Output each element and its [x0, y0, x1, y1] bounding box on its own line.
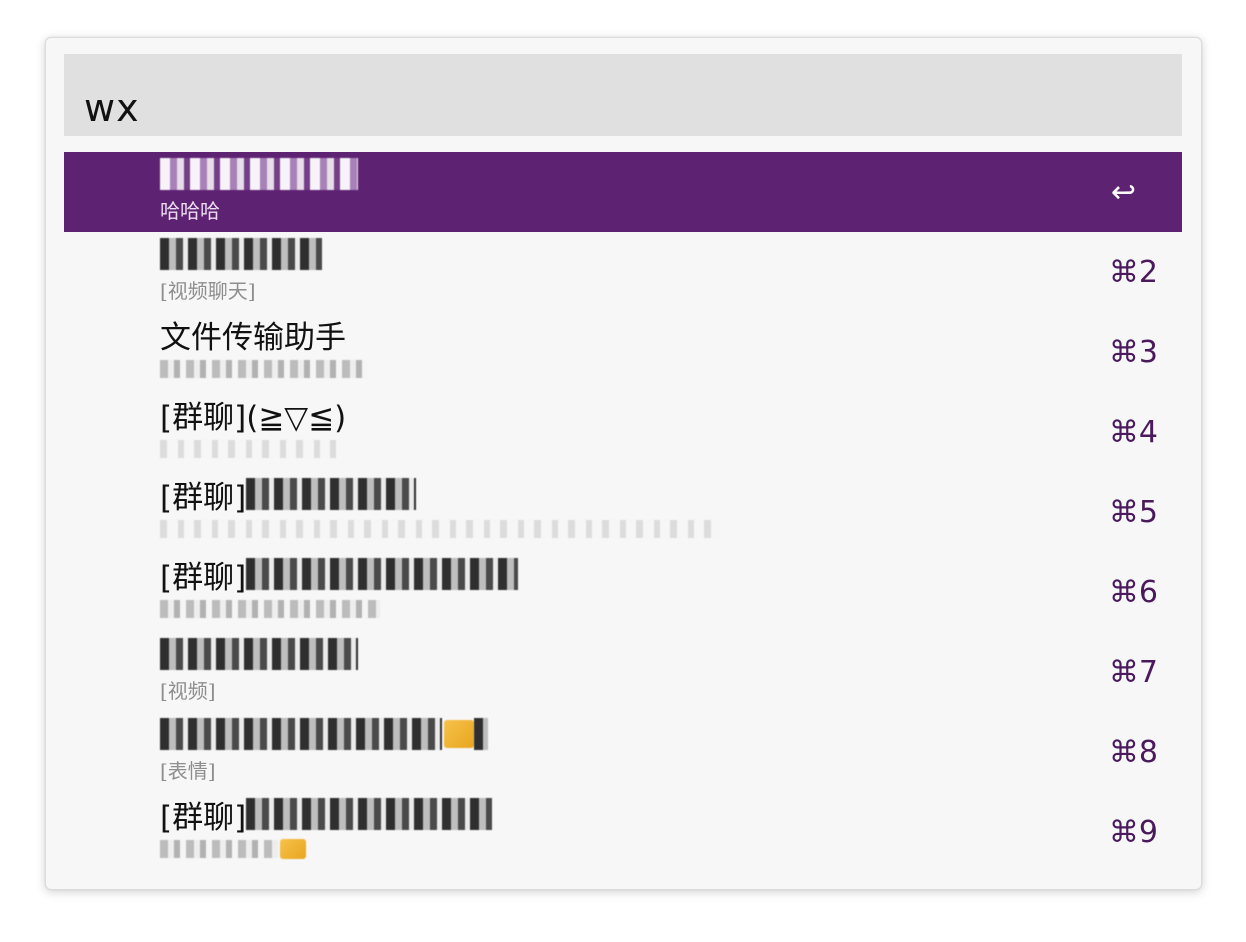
shortcut-label: ⌘9 — [1108, 814, 1158, 850]
result-subtitle — [160, 595, 380, 623]
shortcut-label: ⌘5 — [1108, 494, 1158, 530]
result-subtitle: [视频] — [160, 678, 216, 703]
redacted-message — [160, 520, 720, 538]
return-icon: ↩ — [1110, 174, 1136, 210]
result-row[interactable]: 文件传输助手 ⌘3 — [64, 312, 1182, 392]
redacted-name — [246, 558, 519, 590]
result-row[interactable]: [群聊](≧▽≦) ⌘4 — [64, 392, 1182, 472]
result-title — [160, 152, 358, 196]
result-row[interactable]: [视频] ⌘7 — [64, 632, 1182, 712]
redacted-message — [160, 440, 336, 458]
launcher-window: wx 哈哈哈 ↩ [视频聊天] ⌘2 文件传输助手 ⌘3 [群聊](≧▽≦) ⌘… — [45, 37, 1202, 890]
result-subtitle: [表情] — [160, 758, 216, 783]
result-row-selected[interactable]: 哈哈哈 ↩ — [64, 152, 1182, 232]
shortcut-label: ⌘8 — [1108, 734, 1158, 770]
result-title: [群聊] — [160, 472, 417, 516]
result-title-text: [群聊] — [160, 479, 247, 516]
redacted-name — [160, 718, 442, 750]
redacted-name — [246, 798, 493, 830]
result-title — [160, 632, 358, 676]
redacted-message — [160, 840, 278, 858]
result-subtitle — [160, 435, 336, 463]
result-row[interactable]: [视频聊天] ⌘2 — [64, 232, 1182, 312]
search-query[interactable]: wx — [84, 86, 140, 130]
result-title: [群聊] — [160, 552, 519, 596]
shortcut-label: ⌘6 — [1108, 574, 1158, 610]
search-bar[interactable]: wx — [64, 54, 1182, 136]
result-row[interactable]: [群聊] ⌘6 — [64, 552, 1182, 632]
result-title — [160, 712, 488, 756]
result-title — [160, 232, 322, 276]
result-title-text: [群聊](≧▽≦) — [160, 399, 347, 436]
redacted-name — [474, 718, 488, 750]
result-title: [群聊](≧▽≦) — [160, 392, 346, 436]
result-subtitle — [160, 355, 368, 383]
redacted-name — [246, 478, 417, 510]
result-subtitle: [视频聊天] — [160, 278, 256, 303]
shortcut-label: ⌘4 — [1108, 414, 1158, 450]
redacted-message — [160, 600, 380, 618]
shortcut-label: ⌘7 — [1108, 654, 1158, 690]
redacted-name — [160, 158, 358, 190]
result-title-text: [群聊] — [160, 559, 247, 596]
result-title-text: [群聊] — [160, 799, 247, 836]
result-title: [群聊] — [160, 792, 493, 836]
emoji-icon — [444, 720, 474, 748]
shortcut-label: ⌘3 — [1108, 334, 1158, 370]
emoji-icon — [280, 839, 306, 859]
redacted-name — [160, 638, 358, 670]
result-row[interactable]: [表情] ⌘8 — [64, 712, 1182, 792]
result-subtitle — [160, 515, 720, 543]
shortcut-label: ⌘2 — [1108, 254, 1158, 290]
results-list: 哈哈哈 ↩ [视频聊天] ⌘2 文件传输助手 ⌘3 [群聊](≧▽≦) ⌘4 [… — [64, 152, 1182, 872]
result-subtitle: 哈哈哈 — [160, 198, 220, 223]
result-title: 文件传输助手 — [160, 312, 346, 356]
result-row[interactable]: [群聊] ⌘5 — [64, 472, 1182, 552]
redacted-message — [160, 360, 368, 378]
result-subtitle — [160, 835, 306, 863]
result-title-text: 文件传输助手 — [160, 319, 346, 356]
redacted-name — [160, 238, 322, 270]
result-row[interactable]: [群聊] ⌘9 — [64, 792, 1182, 872]
